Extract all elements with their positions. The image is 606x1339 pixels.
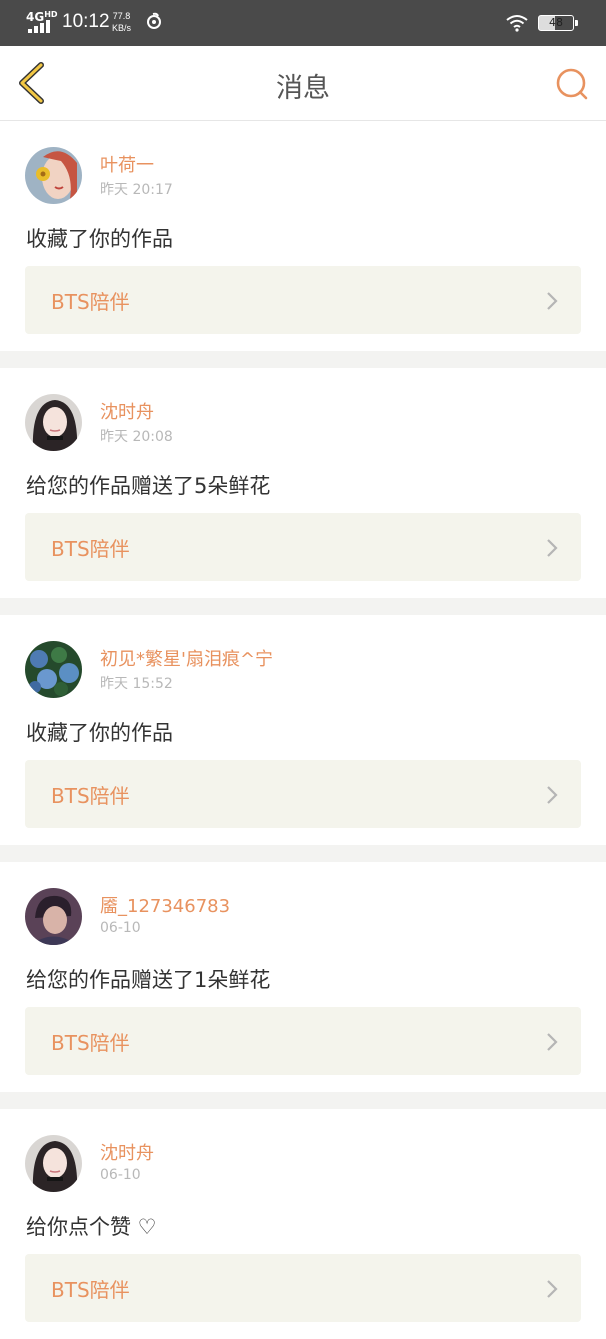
work-title: BTS陪伴 xyxy=(51,784,130,808)
avatar[interactable] xyxy=(25,888,82,945)
work-title: BTS陪伴 xyxy=(51,1031,130,1055)
username[interactable]: 沈时舟 xyxy=(100,1139,154,1165)
timestamp: 06-10 xyxy=(100,920,141,936)
avatar[interactable] xyxy=(25,147,82,204)
message-text: 收藏了你的作品 xyxy=(26,227,173,251)
chevron-right-icon xyxy=(547,1280,558,1298)
timestamp: 06-10 xyxy=(100,1167,141,1183)
page-title: 消息 xyxy=(276,73,330,104)
work-link[interactable]: BTS陪伴 xyxy=(25,1007,581,1075)
list-item: 沈时舟 06-10 给你点个赞 ♡ BTS陪伴 xyxy=(0,1109,606,1339)
status-bar: 4GHD 10:12 77.8 KB/s 48 xyxy=(0,0,606,46)
message-text: 收藏了你的作品 xyxy=(26,721,173,745)
avatar[interactable] xyxy=(25,1135,82,1192)
timestamp: 昨天 20:17 xyxy=(100,182,173,198)
chevron-right-icon xyxy=(547,539,558,557)
list-item: 沈时舟 昨天 20:08 给您的作品赠送了5朵鲜花 BTS陪伴 xyxy=(0,368,606,598)
chevron-right-icon xyxy=(547,292,558,310)
username[interactable]: 初见*繁星'扇泪痕^宁 xyxy=(100,645,273,671)
list-item: 靥_127346783 06-10 给您的作品赠送了1朵鲜花 BTS陪伴 xyxy=(0,862,606,1092)
work-link[interactable]: BTS陪伴 xyxy=(25,760,581,828)
username[interactable]: 叶荷一 xyxy=(100,151,154,177)
work-link[interactable]: BTS陪伴 xyxy=(25,513,581,581)
message-text: 给您的作品赠送了1朵鲜花 xyxy=(26,968,271,992)
chevron-right-icon xyxy=(547,1033,558,1051)
network-speed: 77.8 KB/s xyxy=(112,11,132,33)
battery-icon: 48 xyxy=(538,15,578,31)
clock: 10:12 xyxy=(62,11,110,32)
work-title: BTS陪伴 xyxy=(51,1278,130,1302)
message-text: 给您的作品赠送了5朵鲜花 xyxy=(26,474,271,498)
chevron-right-icon xyxy=(547,786,558,804)
timestamp: 昨天 20:08 xyxy=(100,429,173,445)
work-link[interactable]: BTS陪伴 xyxy=(25,1254,581,1322)
work-link[interactable]: BTS陪伴 xyxy=(25,266,581,334)
message-text: 给你点个赞 ♡ xyxy=(26,1215,157,1239)
netease-music-icon xyxy=(147,12,161,29)
list-item: 叶荷一 昨天 20:17 收藏了你的作品 BTS陪伴 xyxy=(0,121,606,351)
search-icon[interactable] xyxy=(552,64,592,104)
work-title: BTS陪伴 xyxy=(51,290,130,314)
work-title: BTS陪伴 xyxy=(51,537,130,561)
header: 消息 xyxy=(0,46,606,121)
username[interactable]: 沈时舟 xyxy=(100,398,154,424)
list-item: 初见*繁星'扇泪痕^宁 昨天 15:52 收藏了你的作品 BTS陪伴 xyxy=(0,615,606,845)
avatar[interactable] xyxy=(25,394,82,451)
wifi-icon xyxy=(506,15,528,32)
avatar[interactable] xyxy=(25,641,82,698)
username[interactable]: 靥_127346783 xyxy=(100,892,230,918)
timestamp: 昨天 15:52 xyxy=(100,676,173,692)
signal-icon xyxy=(28,20,54,33)
